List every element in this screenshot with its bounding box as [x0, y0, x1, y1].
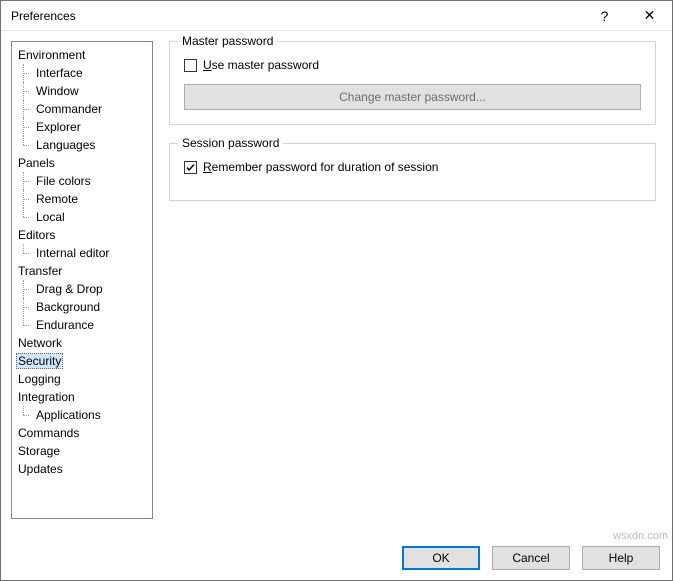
tree-item-updates[interactable]: Updates — [16, 460, 148, 478]
tree-item-commands[interactable]: Commands — [16, 424, 148, 442]
tree-item-transfer[interactable]: Transfer — [16, 262, 148, 280]
tree-item-window[interactable]: Window — [16, 82, 148, 100]
use-master-password-checkbox[interactable]: Use master password — [184, 58, 641, 72]
tree-item-network[interactable]: Network — [16, 334, 148, 352]
remember-password-checkbox[interactable]: Remember password for duration of sessio… — [184, 160, 641, 174]
window-title: Preferences — [11, 9, 582, 23]
tree-item-security[interactable]: Security — [16, 352, 148, 370]
tree-item-internal-editor[interactable]: Internal editor — [16, 244, 148, 262]
session-password-group: Session password Remember password for d… — [169, 143, 656, 201]
tree-item-remote[interactable]: Remote — [16, 190, 148, 208]
group-label: Session password — [178, 136, 283, 150]
tree-item-local[interactable]: Local — [16, 208, 148, 226]
checkbox-icon — [184, 161, 197, 174]
ok-button[interactable]: OK — [402, 546, 480, 570]
tree-item-panels[interactable]: Panels — [16, 154, 148, 172]
help-button[interactable]: Help — [582, 546, 660, 570]
tree-item-commander[interactable]: Commander — [16, 100, 148, 118]
tree-item-explorer[interactable]: Explorer — [16, 118, 148, 136]
tree-item-integration[interactable]: Integration — [16, 388, 148, 406]
tree-item-logging[interactable]: Logging — [16, 370, 148, 388]
checkbox-label: Remember password for duration of sessio… — [203, 160, 438, 174]
footer: OK Cancel Help — [402, 546, 660, 570]
preferences-window: Preferences ? ✕ EnvironmentInterfaceWind… — [0, 0, 673, 581]
tree-item-file-colors[interactable]: File colors — [16, 172, 148, 190]
tree-item-background[interactable]: Background — [16, 298, 148, 316]
tree-item-environment[interactable]: Environment — [16, 46, 148, 64]
tree-item-editors[interactable]: Editors — [16, 226, 148, 244]
tree-item-applications[interactable]: Applications — [16, 406, 148, 424]
tree-item-interface[interactable]: Interface — [16, 64, 148, 82]
tree-item-drag-drop[interactable]: Drag & Drop — [16, 280, 148, 298]
tree-item-storage[interactable]: Storage — [16, 442, 148, 460]
content-panel: Master password Use master password Chan… — [163, 41, 662, 519]
checkbox-icon — [184, 59, 197, 72]
checkbox-label: Use master password — [203, 58, 319, 72]
cancel-button[interactable]: Cancel — [492, 546, 570, 570]
master-password-group: Master password Use master password Chan… — [169, 41, 656, 125]
watermark: wsxdn.com — [613, 530, 668, 542]
tree-item-endurance[interactable]: Endurance — [16, 316, 148, 334]
close-button[interactable]: ✕ — [627, 1, 672, 31]
change-master-password-button[interactable]: Change master password... — [184, 84, 641, 110]
titlebar: Preferences ? ✕ — [1, 1, 672, 31]
nav-tree[interactable]: EnvironmentInterfaceWindowCommanderExplo… — [11, 41, 153, 519]
tree-item-languages[interactable]: Languages — [16, 136, 148, 154]
help-button[interactable]: ? — [582, 1, 627, 31]
group-label: Master password — [178, 34, 277, 48]
